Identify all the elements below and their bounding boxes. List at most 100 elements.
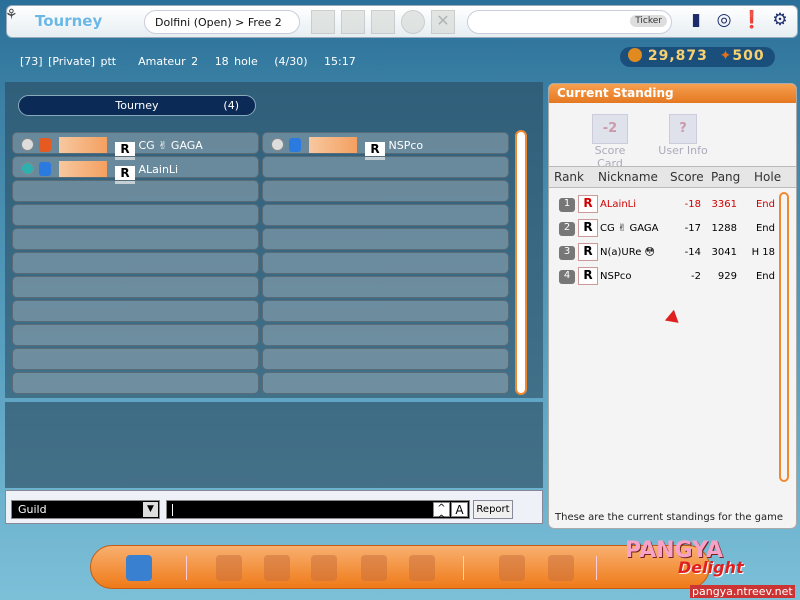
col-nickname[interactable]: Nickname [598, 170, 658, 184]
player-slot[interactable] [262, 372, 509, 394]
standing-table-header: Rank Nickname Score Pang Hole [549, 166, 796, 188]
location-breadcrumb: Dolfini (Open) > Free 2 [144, 10, 300, 34]
standing-scrollbar[interactable] [779, 192, 789, 482]
room-info: [73] [Private] ptt Amateur 2 18 hole (4/… [20, 55, 356, 68]
player-slot[interactable] [12, 276, 259, 298]
player-slot[interactable]: R NSPco [262, 132, 509, 160]
cards-menu-icon[interactable] [311, 555, 337, 581]
player-slot[interactable] [262, 252, 509, 274]
player-slot[interactable] [262, 348, 509, 370]
player-lobby-panel: Tourney (4) R CG ✌ GAGA R NSPco R ALainLi [5, 82, 543, 398]
col-pang[interactable]: Pang [711, 170, 740, 184]
character-button[interactable] [311, 10, 335, 34]
nickname: CG ✌ GAGA [600, 223, 659, 234]
room-players: (4/30) [274, 55, 308, 68]
guild-icon[interactable] [548, 555, 574, 581]
player-slot[interactable] [12, 228, 259, 250]
chat-channel-select[interactable]: Guild ▼ [11, 500, 160, 519]
divider [186, 556, 187, 580]
hole: End [755, 199, 775, 210]
rank-icon: R [578, 243, 598, 261]
mascot-button[interactable] [371, 10, 395, 34]
player-slot[interactable] [262, 228, 509, 250]
emoticon-button[interactable]: ^ ^ [433, 502, 450, 525]
player-slot[interactable] [12, 348, 259, 370]
slot-scrollbar[interactable] [515, 130, 527, 395]
tab-label: Tourney [115, 99, 159, 112]
gear-icon[interactable]: ⚙ [769, 10, 791, 32]
player-name: ALainLi [138, 163, 179, 176]
standing-row[interactable]: 1 R ALainLi -18 3361 End [549, 195, 779, 215]
ready-icon [271, 138, 284, 151]
mode-title: Tourney [35, 12, 103, 30]
user-info-button[interactable]: ? User Info [655, 114, 711, 157]
shop-icon[interactable] [216, 555, 242, 581]
cookie-shop-icon[interactable] [409, 555, 435, 581]
standing-row[interactable]: 3 R N(a)URe 😳 -14 3041 H 18 [549, 243, 779, 263]
chat-input[interactable]: ^ ^ A [166, 500, 470, 525]
divider [596, 556, 597, 580]
scratch-icon[interactable] [264, 555, 290, 581]
player-slot[interactable]: R CG ✌ GAGA [12, 132, 259, 160]
currency-display: 29,873 ✦500 [620, 47, 775, 67]
report-button[interactable]: Report [473, 500, 513, 519]
cookie-icon: ✦ [719, 48, 733, 64]
ticker-label: Ticker [630, 15, 667, 27]
standing-row[interactable]: 4 R NSPco -2 929 End [549, 267, 779, 287]
avatar [289, 138, 301, 152]
player-slot[interactable]: R ALainLi [12, 156, 259, 184]
pang-coin-icon [628, 48, 642, 62]
font-button[interactable]: A [451, 502, 468, 517]
notice-icon[interactable]: ❗ [741, 10, 763, 32]
col-hole[interactable]: Hole [754, 170, 781, 184]
player-slot[interactable] [262, 300, 509, 322]
player-slot[interactable] [262, 324, 509, 346]
pang: 1288 [711, 223, 737, 234]
pang-amount: 29,873 [647, 48, 708, 64]
tab-count: (4) [223, 99, 239, 112]
avatar [39, 138, 51, 152]
hole: H 18 [751, 247, 775, 258]
room-holes: 18 hole [214, 55, 258, 68]
col-score[interactable]: Score [670, 170, 704, 184]
rank-badge: 3 [559, 246, 575, 260]
player-slot[interactable] [12, 372, 259, 394]
pangya-icon[interactable]: ◎ [713, 10, 735, 32]
cards-icon[interactable]: ▮ [685, 10, 707, 32]
player-slot[interactable] [262, 156, 509, 178]
cookie-amount: 500 [732, 48, 765, 64]
standing-row[interactable]: 2 R CG ✌ GAGA -17 1288 End [549, 219, 779, 239]
standing-title: Current Standing [549, 84, 796, 103]
nickname: N(a)URe 😳 [600, 247, 655, 258]
text-caret [172, 504, 173, 516]
player-slot[interactable] [12, 324, 259, 346]
close-icon[interactable]: ✕ [431, 10, 455, 34]
ball-button[interactable] [401, 10, 425, 34]
player-slot[interactable] [12, 252, 259, 274]
title-banner [59, 137, 107, 153]
chat-log [5, 402, 543, 488]
player-slot[interactable] [262, 276, 509, 298]
player-slot[interactable] [12, 300, 259, 322]
rank-icon: R [578, 267, 598, 285]
score-card-button[interactable]: -2 Score Card [585, 114, 635, 170]
standing-footer: These are the current standings for the … [555, 512, 784, 523]
caddie-button[interactable] [341, 10, 365, 34]
col-rank[interactable]: Rank [554, 170, 584, 184]
player-slot[interactable] [12, 204, 259, 226]
site-url: pangya.ntreev.net [690, 585, 795, 598]
player-slot[interactable] [262, 180, 509, 202]
avatar [39, 162, 51, 176]
player-name: NSPco [388, 139, 424, 152]
pang: 929 [717, 271, 737, 282]
tab-tourney[interactable]: Tourney (4) [18, 95, 256, 116]
score: -17 [684, 223, 701, 234]
player-slot[interactable] [262, 204, 509, 226]
my-room-icon[interactable] [499, 555, 525, 581]
chevron-down-icon[interactable]: ▼ [143, 502, 158, 517]
room-level: Amateur 2 [138, 55, 199, 68]
locker-icon[interactable] [361, 555, 387, 581]
exit-door-icon[interactable] [126, 555, 152, 581]
ticker-input[interactable]: Ticker [467, 10, 672, 34]
player-slot[interactable] [12, 180, 259, 202]
